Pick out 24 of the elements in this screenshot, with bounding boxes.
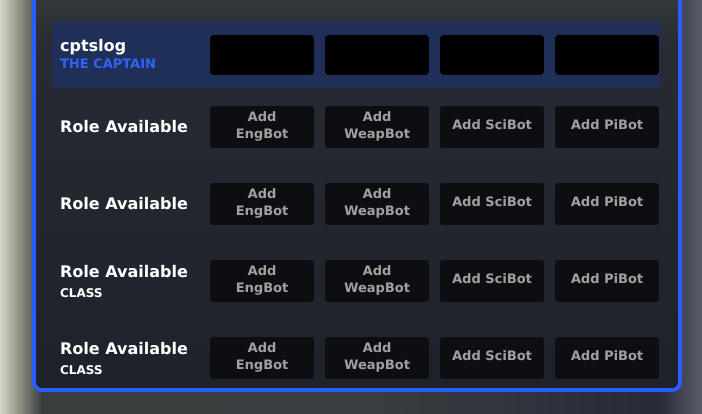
add-bot-button[interactable]: Add WeapBot [325, 336, 429, 378]
role-label: THE CAPTAIN [60, 56, 157, 74]
add-bot-button[interactable]: Add PiBot [555, 336, 659, 378]
add-bot-button[interactable]: Add SciBot [440, 106, 544, 148]
role-title: Role Available [60, 192, 189, 214]
add-bot-button[interactable]: Add SciBot [440, 182, 544, 224]
role-title: Role Available [60, 338, 189, 360]
role-title: Role Available [60, 116, 189, 138]
add-bot-button[interactable]: Add WeapBot [325, 106, 429, 148]
class-label: CLASS [60, 284, 104, 302]
add-bot-button[interactable]: Add PiBot [555, 106, 659, 148]
role-title: Role Available [60, 260, 189, 282]
class-label: CLASS [60, 362, 104, 378]
add-bot-button[interactable]: Add PiBot [555, 182, 659, 224]
player-name: cptslog [60, 36, 128, 55]
add-bot-button[interactable]: Add EngBot [210, 260, 314, 302]
add-bot-button[interactable]: Add SciBot [440, 260, 544, 302]
add-bot-button[interactable]: Add WeapBot [325, 182, 429, 224]
add-bot-button[interactable]: Add EngBot [210, 336, 314, 378]
add-bot-button[interactable]: Add EngBot [210, 106, 314, 148]
add-bot-button[interactable]: Add WeapBot [325, 260, 429, 302]
add-bot-button[interactable]: Add PiBot [555, 260, 659, 302]
add-bot-button[interactable]: Add SciBot [440, 336, 544, 378]
add-bot-button[interactable]: Add EngBot [210, 182, 314, 224]
